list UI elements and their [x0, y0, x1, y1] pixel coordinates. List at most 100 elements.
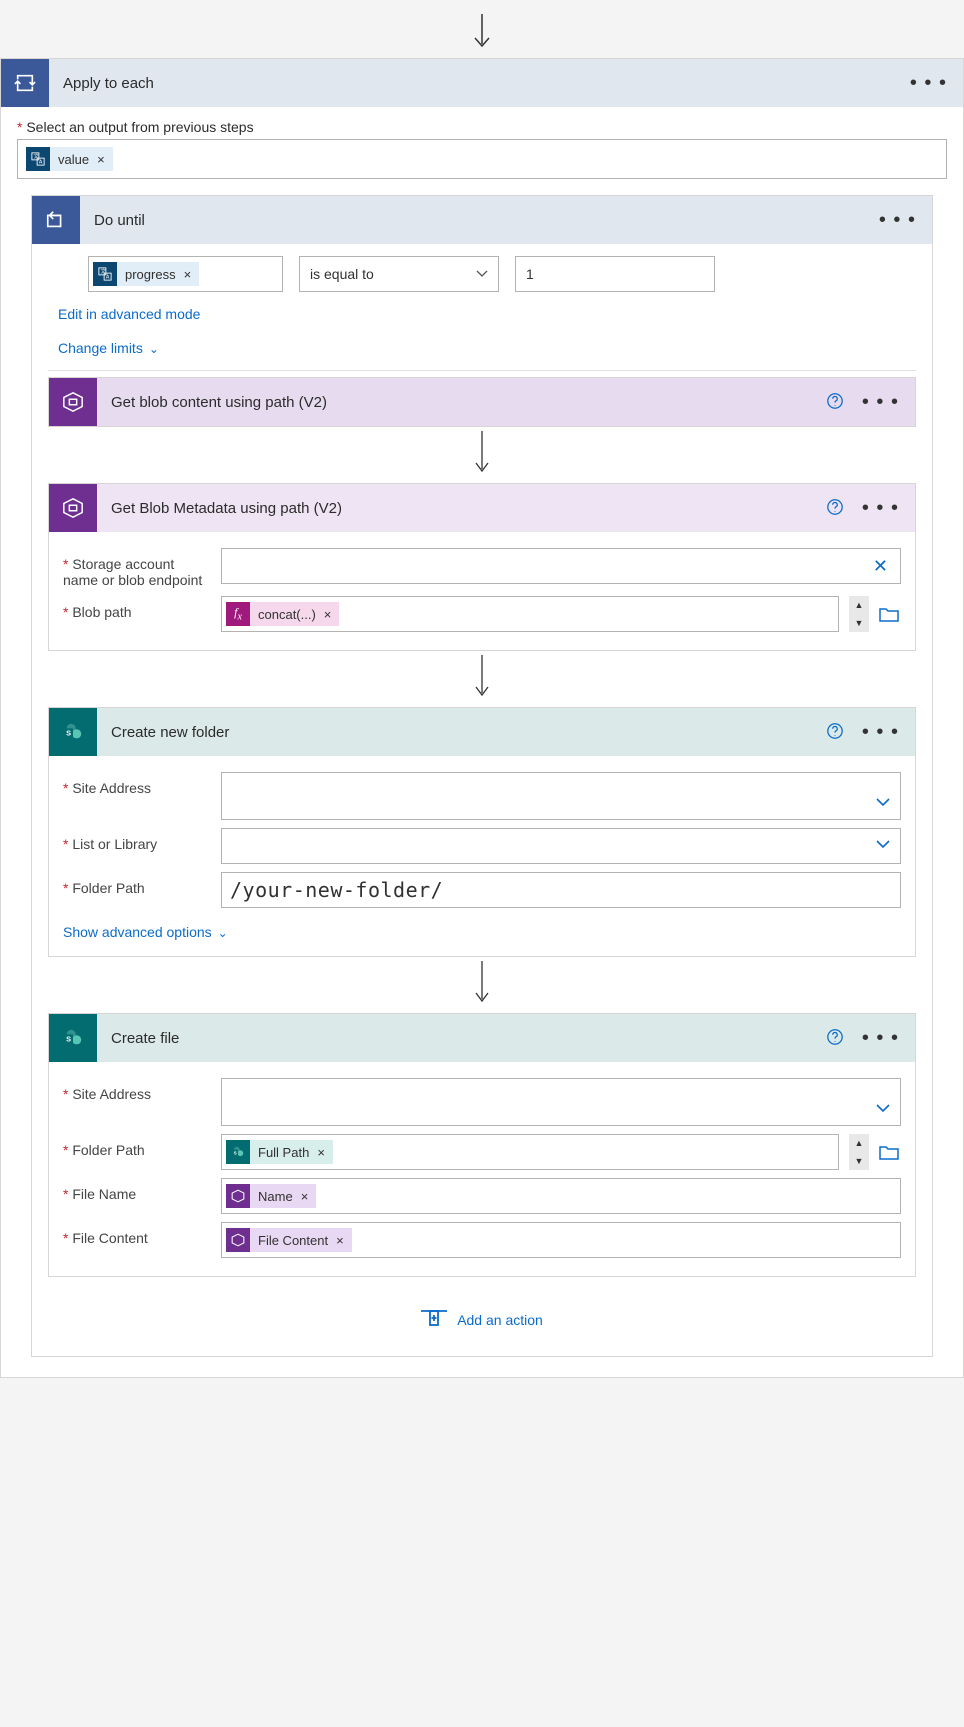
fullpath-token[interactable]: S Full Path ×	[226, 1140, 333, 1164]
do-until-header[interactable]: Do until • • •	[32, 196, 932, 244]
chevron-down-icon: ⌄	[212, 926, 228, 940]
blob-content-title: Get blob content using path (V2)	[97, 394, 826, 411]
chevron-down-icon	[876, 837, 890, 853]
add-action-icon	[421, 1307, 447, 1332]
remove-token-icon[interactable]: ×	[184, 267, 200, 282]
site-address-select[interactable]	[221, 772, 901, 820]
create-folder-menu[interactable]: • • •	[858, 721, 903, 744]
until-value-input[interactable]: 1	[515, 256, 715, 292]
blob-icon	[226, 1228, 250, 1252]
cf-site-select[interactable]	[221, 1078, 901, 1126]
arrow-connector	[48, 651, 916, 707]
show-advanced-link[interactable]: Show advanced options⌄	[63, 924, 228, 940]
sharepoint-icon: S	[49, 1014, 97, 1062]
get-blob-metadata-card: Get Blob Metadata using path (V2) • • • …	[48, 483, 916, 651]
folder-picker-icon[interactable]	[877, 602, 901, 626]
apply-to-each-header[interactable]: Apply to each • • •	[1, 59, 963, 107]
cf-name-input[interactable]: Name ×	[221, 1178, 901, 1214]
blob-path-input[interactable]: fx concat(...) ×	[221, 596, 839, 632]
progress-token[interactable]: 文A progress ×	[93, 262, 199, 286]
remove-token-icon[interactable]: ×	[336, 1233, 352, 1248]
arrow-into-apply	[0, 10, 964, 58]
until-icon	[32, 196, 80, 244]
svg-text:S: S	[66, 1035, 71, 1044]
add-action-link[interactable]: Add an action	[457, 1312, 543, 1328]
do-until-card: Do until • • • 文A progress	[31, 195, 933, 1357]
remove-token-icon[interactable]: ×	[97, 152, 113, 167]
cf-folder-label: Folder Path	[63, 1134, 211, 1158]
folder-picker-icon[interactable]	[877, 1140, 901, 1164]
blob-icon	[49, 484, 97, 532]
change-limits-link[interactable]: Change limits⌄	[58, 340, 159, 356]
translate-icon: 文A	[93, 262, 117, 286]
translate-icon: 文A	[26, 147, 50, 171]
get-blob-content-header[interactable]: Get blob content using path (V2) • • •	[49, 378, 915, 426]
site-address-label: Site Address	[63, 772, 211, 796]
cf-content-input[interactable]: File Content ×	[221, 1222, 901, 1258]
until-operator-select[interactable]: is equal to	[299, 256, 499, 292]
blob-icon	[49, 378, 97, 426]
do-until-title: Do until	[80, 212, 875, 229]
cf-site-label: Site Address	[63, 1078, 211, 1102]
create-folder-card: S Create new folder • • • Site Address	[48, 707, 916, 957]
blob-icon	[226, 1184, 250, 1208]
clear-icon[interactable]: ✕	[869, 556, 892, 577]
remove-token-icon[interactable]: ×	[317, 1145, 333, 1160]
create-file-header[interactable]: S Create file • • •	[49, 1014, 915, 1062]
apply-to-each-title: Apply to each	[49, 75, 906, 92]
storage-account-input[interactable]: ✕	[221, 548, 901, 584]
blob-metadata-menu[interactable]: • • •	[858, 497, 903, 520]
svg-text:A: A	[39, 159, 43, 165]
sharepoint-icon: S	[226, 1140, 250, 1164]
help-icon[interactable]	[826, 1028, 844, 1049]
apply-menu-button[interactable]: • • •	[906, 72, 951, 95]
svg-text:A: A	[106, 274, 110, 280]
value-token[interactable]: 文A value ×	[26, 147, 113, 171]
output-label: Select an output from previous steps	[17, 119, 947, 135]
chevron-down-icon	[876, 1101, 890, 1117]
remove-token-icon[interactable]: ×	[324, 607, 340, 622]
create-folder-title: Create new folder	[97, 724, 826, 741]
list-library-label: List or Library	[63, 828, 211, 852]
chevron-down-icon: ⌄	[143, 342, 159, 356]
list-library-select[interactable]	[221, 828, 901, 864]
arrow-connector	[48, 427, 916, 483]
blob-metadata-title: Get Blob Metadata using path (V2)	[97, 500, 826, 517]
stepper[interactable]: ▲▼	[849, 1134, 869, 1170]
folder-path-input[interactable]: /your-new-folder/	[221, 872, 901, 908]
create-file-card: S Create file • • • Site Address	[48, 1013, 916, 1277]
concat-token[interactable]: fx concat(...) ×	[226, 602, 339, 626]
fx-icon: fx	[226, 602, 250, 626]
cf-content-label: File Content	[63, 1222, 211, 1246]
get-blob-metadata-header[interactable]: Get Blob Metadata using path (V2) • • •	[49, 484, 915, 532]
until-left-field[interactable]: 文A progress ×	[88, 256, 283, 292]
create-file-menu[interactable]: • • •	[858, 1027, 903, 1050]
loop-icon	[1, 59, 49, 107]
chevron-down-icon	[476, 270, 488, 278]
create-folder-header[interactable]: S Create new folder • • •	[49, 708, 915, 756]
edit-advanced-link[interactable]: Edit in advanced mode	[58, 306, 200, 322]
cf-folder-input[interactable]: S Full Path ×	[221, 1134, 839, 1170]
help-icon[interactable]	[826, 722, 844, 743]
output-token-field[interactable]: 文A value ×	[17, 139, 947, 179]
sharepoint-icon: S	[49, 708, 97, 756]
storage-label: Storage account name or blob endpoint	[63, 548, 211, 588]
blob-path-label: Blob path	[63, 596, 211, 620]
apply-to-each-card: Apply to each • • • Select an output fro…	[0, 58, 964, 1378]
svg-text:S: S	[66, 729, 71, 738]
stepper[interactable]: ▲▼	[849, 596, 869, 632]
remove-token-icon[interactable]: ×	[301, 1189, 317, 1204]
arrow-connector	[48, 957, 916, 1013]
cf-name-label: File Name	[63, 1178, 211, 1202]
blob-content-menu[interactable]: • • •	[858, 391, 903, 414]
content-token[interactable]: File Content ×	[226, 1228, 352, 1252]
until-menu-button[interactable]: • • •	[875, 209, 920, 232]
folder-path-label: Folder Path	[63, 872, 211, 896]
help-icon[interactable]	[826, 498, 844, 519]
name-token[interactable]: Name ×	[226, 1184, 316, 1208]
get-blob-content-card: Get blob content using path (V2) • • •	[48, 377, 916, 427]
svg-text:S: S	[234, 1150, 237, 1155]
chevron-down-icon	[876, 795, 890, 811]
help-icon[interactable]	[826, 392, 844, 413]
create-file-title: Create file	[97, 1030, 826, 1047]
